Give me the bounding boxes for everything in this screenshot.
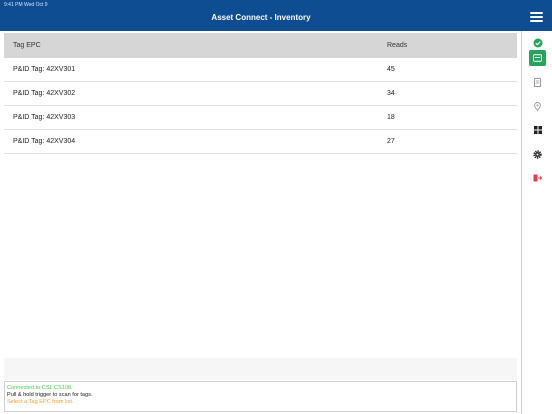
app-header: 9:41 PM Wed Oct 9 Asset Connect - Invent…	[0, 0, 552, 31]
device-status-text: 9:41 PM Wed Oct 9	[4, 2, 48, 8]
tag-epc-cell: P&ID Tag: 42XV303	[13, 114, 76, 121]
tag-epc-cell: P&ID Tag: 42XV302	[13, 90, 76, 97]
connection-status-panel: Connected to CSL CS108. Pull & hold trig…	[4, 381, 517, 412]
document-icon[interactable]	[529, 74, 546, 90]
inventory-icon[interactable]	[529, 50, 546, 66]
list-footer-area	[4, 358, 517, 380]
gear-icon[interactable]	[529, 146, 546, 162]
page-title: Asset Connect - Inventory	[211, 13, 311, 22]
location-pin-icon[interactable]	[529, 98, 546, 114]
logout-icon[interactable]	[529, 170, 546, 186]
reads-cell: 18	[387, 114, 395, 121]
column-header-tag-epc: Tag EPC	[13, 42, 41, 49]
check-circle-icon[interactable]	[529, 35, 546, 51]
reads-cell: 27	[387, 138, 395, 145]
column-header-reads: Reads	[387, 42, 408, 49]
tag-epc-cell: P&ID Tag: 42XV301	[13, 66, 76, 73]
table-row[interactable]: P&ID Tag: 42XV301 45	[4, 58, 517, 82]
table-row[interactable]: P&ID Tag: 42XV303 18	[4, 106, 517, 130]
table-row[interactable]: P&ID Tag: 42XV302 34	[4, 82, 517, 106]
scan-instruction-text: Pull & hold trigger to scan for tags.	[7, 392, 93, 398]
table-row[interactable]: P&ID Tag: 42XV304 27	[4, 130, 517, 154]
tag-epc-cell: P&ID Tag: 42XV304	[13, 138, 76, 145]
hamburger-menu-icon[interactable]	[530, 12, 543, 22]
grid-icon[interactable]	[529, 122, 546, 138]
table-header: Tag EPC Reads	[4, 33, 517, 58]
right-sidebar	[521, 31, 552, 414]
main-content: Tag EPC Reads P&ID Tag: 42XV301 45 P&ID …	[4, 31, 521, 360]
reads-cell: 45	[387, 66, 395, 73]
selection-hint-text: Select a Tag EPC from list.	[7, 399, 74, 405]
tag-table: Tag EPC Reads P&ID Tag: 42XV301 45 P&ID …	[4, 33, 517, 154]
reads-cell: 34	[387, 90, 395, 97]
connection-status-text: Connected to CSL CS108.	[7, 385, 73, 391]
